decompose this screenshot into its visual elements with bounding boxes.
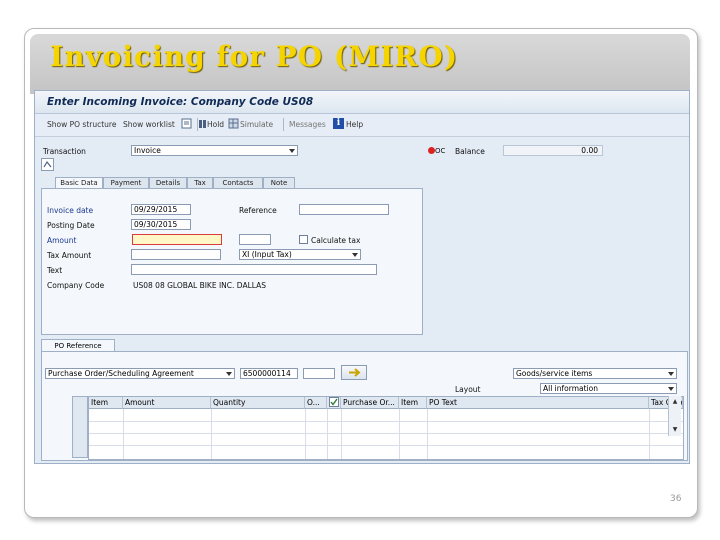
reference-field[interactable]: [299, 204, 389, 215]
application-toolbar: Show PO structure Show worklist Hold Sim…: [35, 114, 689, 137]
currency-field[interactable]: [239, 234, 271, 245]
layout-label: Layout: [455, 385, 481, 394]
po-number-field[interactable]: 6500000114: [240, 368, 298, 379]
show-po-structure-button[interactable]: Show PO structure: [47, 120, 116, 129]
simulate-button[interactable]: Simulate: [240, 120, 273, 129]
status-light-label: OC: [435, 147, 446, 155]
help-icon: i: [333, 118, 344, 129]
chevron-down-icon: [668, 372, 674, 376]
amount-field[interactable]: [132, 234, 222, 245]
document-type-value: Purchase Order/Scheduling Agreement: [48, 369, 194, 378]
posting-date-label: Posting Date: [47, 221, 95, 230]
calculate-tax-checkbox[interactable]: [299, 235, 308, 244]
company-code-value: US08 08 GLOBAL BIKE INC. DALLAS: [133, 281, 266, 290]
text-label: Text: [47, 266, 63, 275]
item-filter-select[interactable]: Goods/service items: [513, 368, 677, 379]
amount-label: Amount: [47, 236, 77, 245]
toolbar-separator: [283, 118, 284, 131]
arrow-right-icon: [349, 368, 361, 377]
invoice-date-field[interactable]: 09/29/2015: [131, 204, 191, 215]
messages-button[interactable]: Messages: [289, 120, 326, 129]
header-toggle-icon[interactable]: [41, 158, 54, 171]
text-field[interactable]: [131, 264, 377, 275]
display-document-icon[interactable]: [181, 118, 192, 129]
tax-code-select[interactable]: XI (Input Tax): [239, 249, 361, 260]
sap-window: Enter Incoming Invoice: Company Code US0…: [34, 90, 690, 464]
posting-date-field[interactable]: 09/30/2015: [131, 219, 191, 230]
calculate-tax-label: Calculate tax: [311, 236, 361, 245]
status-red-light-icon: [428, 147, 435, 154]
chevron-down-icon: [668, 387, 674, 391]
help-button[interactable]: Help: [346, 120, 363, 129]
po-item-field[interactable]: [303, 368, 335, 379]
sap-title-bar: Enter Incoming Invoice: Company Code US0…: [35, 91, 689, 114]
tax-amount-field[interactable]: [131, 249, 221, 260]
item-filter-value: Goods/service items: [516, 369, 593, 378]
page-number: 36: [670, 494, 682, 504]
layout-value: All information: [543, 384, 598, 393]
hold-button[interactable]: Hold: [207, 120, 224, 129]
show-worklist-button[interactable]: Show worklist: [123, 120, 175, 129]
reference-label: Reference: [239, 206, 277, 215]
chevron-down-icon: [289, 149, 295, 153]
company-code-label: Company Code: [47, 281, 105, 290]
chevron-down-icon: [226, 372, 232, 376]
tax-amount-label: Tax Amount: [47, 251, 92, 260]
tax-code-value: XI (Input Tax): [242, 250, 292, 259]
transaction-value: Invoice: [134, 146, 161, 155]
transaction-select[interactable]: Invoice: [131, 145, 298, 156]
balance-label: Balance: [455, 147, 485, 156]
transfer-button[interactable]: [341, 365, 367, 380]
chevron-down-icon: [352, 253, 358, 257]
layout-select[interactable]: All information: [540, 383, 677, 394]
simulate-icon: [228, 118, 239, 129]
invoice-date-label: Invoice date: [47, 206, 94, 215]
balance-field: 0.00: [503, 145, 603, 156]
screen-title: Enter Incoming Invoice: Company Code US0…: [47, 96, 314, 108]
document-type-select[interactable]: Purchase Order/Scheduling Agreement: [45, 368, 235, 379]
slide-title: Invoicing for PO (MIRO): [50, 40, 459, 73]
transaction-label: Transaction: [43, 147, 86, 156]
